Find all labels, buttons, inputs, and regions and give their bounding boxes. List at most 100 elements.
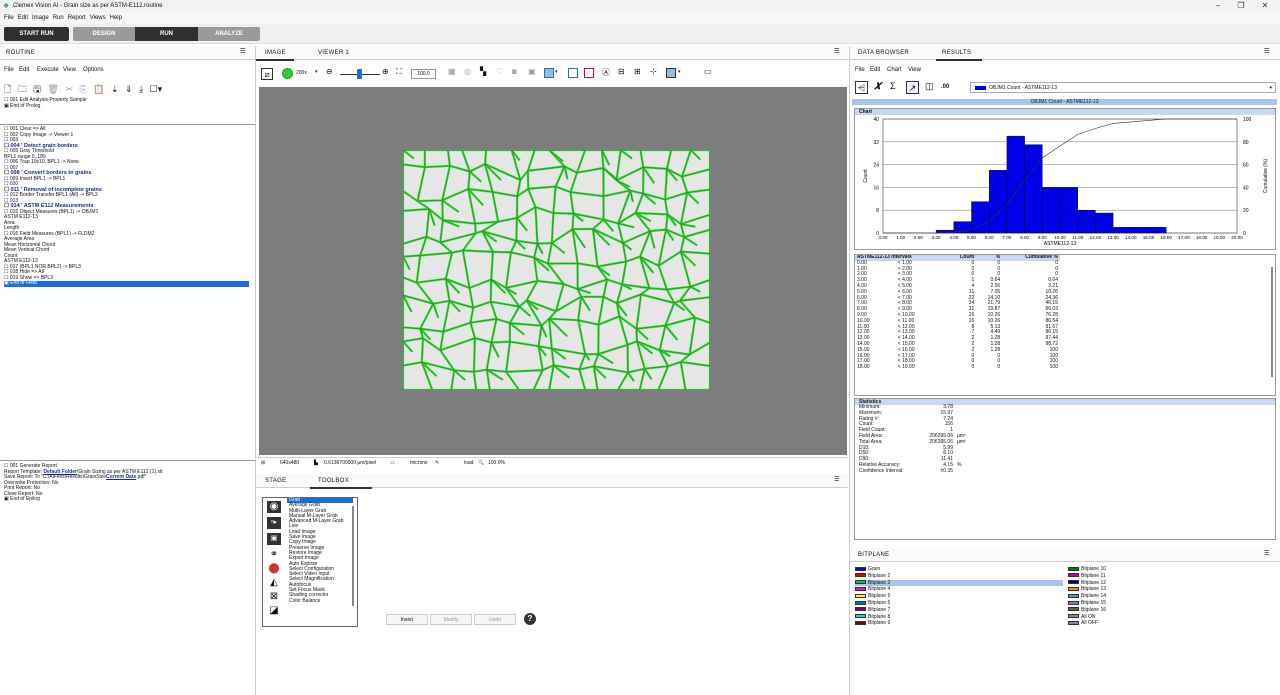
bitplane-item[interactable]: Bitplane 13 [1068, 586, 1276, 593]
bitplane-item[interactable]: Bitplane 8 [855, 614, 1063, 621]
live-icon[interactable]: ▣ [267, 533, 281, 545]
chevron-down-icon[interactable]: ▾ [555, 69, 558, 75]
menu-report[interactable]: Report [68, 13, 86, 24]
zoom-out-icon[interactable]: ⊖ [326, 67, 333, 76]
red-frame-icon[interactable] [584, 68, 594, 78]
new-file-icon[interactable]: 🗋 [4, 84, 11, 94]
image-menu-icon[interactable]: ☰ [834, 48, 840, 57]
toolbox-item[interactable]: Color Balance [287, 598, 353, 604]
bitplane-item[interactable]: Bitplane 3 [855, 579, 1063, 587]
prolog-item[interactable]: ▣ End of Prolog [4, 103, 249, 110]
start-run-button[interactable]: START RUN [4, 27, 69, 41]
splitter[interactable] [0, 124, 255, 125]
bitplane-item[interactable]: Bitplane 9 [855, 620, 1063, 627]
zoom-slider-handle[interactable] [357, 69, 362, 79]
menu-edit[interactable]: Edit [18, 13, 28, 24]
zoom-select[interactable]: 200x [296, 70, 307, 76]
chart-view-icon[interactable]: ⩤ [855, 81, 868, 94]
scale-bar-icon[interactable]: ⊞ [634, 67, 641, 76]
precision-button[interactable]: .00 [941, 84, 949, 90]
bitplane-item[interactable]: Bitplane 2 [855, 573, 1063, 580]
text-tool-icon[interactable]: Ⓐ [602, 67, 610, 78]
menu-help[interactable]: Help [110, 13, 122, 24]
preserve-icon[interactable]: ⬤ [263, 563, 285, 574]
bitplane-item[interactable]: Bitplane 4 [855, 586, 1063, 593]
live-indicator-icon[interactable] [282, 68, 293, 79]
menu-image[interactable]: Image [32, 13, 49, 24]
routine-menu-edit[interactable]: Edit [19, 67, 29, 73]
variable-icon[interactable]: 𝑿 [874, 81, 881, 92]
menu-run[interactable]: Run [53, 13, 64, 24]
tab-data-browser[interactable]: DATA BROWSER [858, 50, 909, 56]
bitplane-item[interactable]: Bitplane 5 [855, 593, 1063, 600]
blue-frame-icon[interactable] [568, 68, 578, 78]
step-icon[interactable]: ⇣ [111, 84, 119, 94]
bitplane-item[interactable]: Grain [855, 566, 1063, 573]
tab-results[interactable]: RESULTS [942, 50, 971, 56]
bitplane-item[interactable]: Bitplane 11 [1068, 573, 1276, 580]
results-menu-file[interactable]: File [855, 67, 865, 73]
camera-icon[interactable]: ◙ [512, 67, 517, 76]
results-menu-view[interactable]: View [908, 67, 921, 73]
bitplane-item[interactable]: Bitplane 16 [1068, 607, 1276, 614]
modify-button[interactable]: Modify [430, 614, 472, 625]
results-menu-edit[interactable]: Edit [870, 67, 880, 73]
balance-icon[interactable]: ◪ [263, 605, 285, 616]
toolbox-scrollbar[interactable] [352, 506, 354, 606]
chevron-down-icon[interactable]: ▾ [315, 69, 318, 75]
images-icon[interactable]: ⚭ [263, 549, 285, 560]
delete-icon[interactable]: 🗑 [47, 84, 58, 94]
overlay-color-icon[interactable] [544, 68, 554, 78]
monitor-icon[interactable]: ▭ [704, 67, 712, 76]
help-icon[interactable]: ? [524, 613, 536, 625]
expose-icon[interactable]: ◭ [263, 577, 285, 588]
bitplane-item[interactable]: Bitplane 14 [1068, 593, 1276, 600]
menu-file[interactable]: File [4, 13, 14, 24]
palette-icon[interactable]: ▚ [480, 67, 486, 76]
fit-icon[interactable]: ⛶ [396, 67, 402, 77]
routine-menu-file[interactable]: File [4, 67, 14, 73]
mode-design-tab[interactable]: DESIGN [73, 27, 135, 41]
routine-menu-options[interactable]: Options [83, 67, 104, 73]
chevron-down-icon[interactable]: ▾ [678, 69, 681, 75]
paste-icon[interactable]: 📋 [93, 84, 104, 94]
zoom-in-icon[interactable]: ⊕ [382, 67, 389, 76]
bitplane-menu-icon[interactable]: ☰ [1264, 550, 1270, 559]
minimize-icon[interactable]: – [1207, 1, 1229, 12]
insert-button[interactable]: Insert [386, 614, 428, 625]
tab-toolbox[interactable]: TOOLBOX [318, 478, 349, 484]
bitplane-item[interactable]: All ON [1068, 614, 1276, 621]
tab-viewer-1[interactable]: VIEWER 1 [318, 50, 349, 56]
routine-menu-execute[interactable]: Execute [37, 67, 59, 73]
cut-icon[interactable]: ✂ [65, 84, 73, 94]
toolbox-menu-icon[interactable]: ☰ [834, 476, 840, 485]
tab-stage[interactable]: STAGE [265, 478, 286, 484]
measure-select[interactable]: OBJM1 Count - ASTME112-13 ▾ [970, 82, 1276, 93]
mode-analyze-tab[interactable]: ANALYZE [198, 27, 260, 41]
bulb-icon[interactable]: ♡ [496, 67, 503, 76]
focus-icon[interactable]: ⊠ [263, 591, 285, 602]
box-select-icon[interactable]: ☐▾ [150, 84, 163, 94]
copy-icon[interactable]: ⎘ [80, 84, 87, 94]
routine-step[interactable]: ▣ End of Field [4, 280, 249, 287]
grain-micrograph[interactable] [403, 150, 710, 390]
undo-button[interactable]: Undo [474, 614, 516, 625]
bitplane-item[interactable]: All OFF [1068, 620, 1276, 627]
open-folder-icon[interactable]: 🗀 [18, 84, 27, 94]
results-menu-chart[interactable]: Chart [887, 67, 902, 73]
bitplane-item[interactable]: Bitplane 6 [855, 600, 1063, 607]
menu-views[interactable]: Views [90, 13, 106, 24]
sum-icon[interactable]: Σ [890, 81, 896, 91]
snapshot-icon[interactable]: ▣ [528, 67, 536, 76]
disk-icon[interactable]: ◎ [464, 67, 471, 76]
measure-tool-icon[interactable]: ⊟ [618, 67, 625, 76]
close-icon[interactable]: ✕ [1254, 1, 1276, 12]
bitplane-item[interactable]: Bitplane 10 [1068, 566, 1276, 573]
multi-layer-icon[interactable]: ⁿ▸ [267, 517, 281, 529]
cumulative-icon[interactable]: ↗ [906, 81, 919, 94]
display-mode-icon[interactable] [666, 68, 676, 78]
save-icon[interactable]: 🖫 [33, 84, 41, 94]
routine-menu-icon[interactable]: ☰ [240, 48, 246, 57]
table-scrollbar[interactable] [1271, 267, 1273, 377]
mode-run-tab[interactable]: RUN [135, 27, 198, 41]
